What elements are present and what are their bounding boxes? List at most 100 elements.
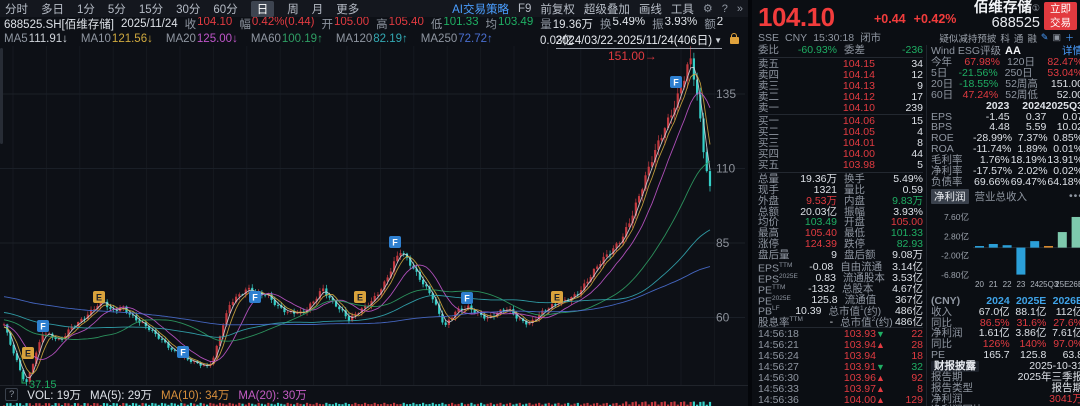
ladder-price[interactable]: 104.10 — [784, 102, 875, 114]
stat-label: 52周低 — [1005, 88, 1038, 101]
exchange-label: SSE — [758, 31, 780, 44]
bid-row[interactable]: 买一 104.06 15 — [758, 116, 923, 127]
ladder-price[interactable]: 103.98 — [784, 160, 875, 171]
bid-row[interactable]: 买二 104.05 4 — [758, 127, 923, 138]
info-value: 688525.SH[佰维存储] — [4, 19, 114, 31]
chevron-double-icon[interactable]: » — [737, 3, 743, 15]
timeframe-tab-更多[interactable]: 更多 — [336, 1, 359, 17]
event-marker-F[interactable]: F — [249, 291, 261, 303]
tool-前复权[interactable]: 前复权 — [540, 1, 575, 17]
stat-value: -60.93% — [797, 44, 837, 57]
ma-value: 82.19↑ — [373, 32, 408, 45]
ask-row[interactable]: 卖四 104.14 12 — [758, 70, 923, 81]
timeframe-tab-60分[interactable]: 60分 — [213, 1, 237, 17]
tool-工具[interactable]: 工具 — [671, 1, 694, 17]
event-marker-E[interactable]: E — [22, 347, 34, 359]
ladder-qty: 9 — [917, 79, 923, 92]
ask-row[interactable]: 卖五 104.15 34 — [758, 59, 923, 70]
forecast-cell: 165.7 — [983, 349, 1010, 362]
add-icon[interactable]: ＋ — [1065, 31, 1074, 44]
stock-terminal-window: 分时 多日 1分 5分 15分 30分 60分日周月更多 AI交易策略 F9 前复权 超级叠加 画线… — [0, 0, 1080, 406]
info-value: 105.00 — [333, 17, 370, 28]
timeframe-tab-月[interactable]: 月 — [312, 1, 324, 17]
stat-value: 1321 — [813, 183, 837, 196]
tool-F9[interactable]: F9 — [518, 3, 531, 15]
timeframe-tab-分时[interactable]: 分时 — [5, 1, 28, 17]
ask-row[interactable]: 卖二 104.12 17 — [758, 91, 923, 103]
fin-cell: 69.47% — [1010, 175, 1047, 188]
timeframe-tab-日[interactable]: 日 — [250, 0, 275, 17]
ladder-qty: 239 — [905, 101, 923, 114]
stat-row: PE2025E 125.8 流通值 367亿 — [758, 294, 923, 307]
ma-item-MA60: MA60 100.19↑ — [251, 33, 323, 45]
date-range-selector[interactable]: 2024/03/22-2025/11/24(406日) ▼ — [555, 32, 722, 49]
settings-icon[interactable]: ⚙ — [703, 2, 713, 15]
net-profit-bar-chart[interactable]: 7.60亿2.80亿-2.00亿-6.80亿20 21 22 23 24 25Q325E 2… — [931, 203, 1080, 293]
info-label: 开 — [321, 19, 333, 31]
tag-通: 通 — [1013, 33, 1024, 45]
forecast-header-cell: 2024 — [986, 294, 1010, 307]
ladder-price[interactable]: 104.12 — [784, 91, 875, 103]
mini-xtick-label: 26E — [1069, 280, 1080, 289]
tool-AI交易策略[interactable]: AI交易策略 — [452, 1, 509, 17]
tick-row: 14:56:33 103.97 ▲ 8 — [758, 383, 923, 395]
event-marker-F[interactable]: F — [461, 292, 473, 304]
stat-value: 47.24% — [962, 88, 999, 101]
event-marker-F[interactable]: F — [389, 236, 401, 248]
stat-label: 量比 — [844, 183, 865, 196]
fin-header-cell: 2023 — [985, 99, 1010, 112]
mini-ytick-label: -6.80亿 — [941, 270, 969, 280]
svg-text:F: F — [180, 348, 186, 358]
timeframe-tab-30分[interactable]: 30分 — [176, 1, 200, 17]
event-marker-F[interactable]: F — [670, 76, 682, 88]
chart-scrollbar[interactable] — [0, 48, 3, 144]
event-marker-E[interactable]: E — [551, 291, 563, 303]
info-segment: 量 19.36万 — [540, 17, 593, 31]
toolbar-tools: AI交易策略 F9 前复权 超级叠加 画线 工具 ⚙? » — [452, 1, 743, 17]
event-marker-E[interactable]: E — [354, 291, 366, 303]
down-arrow-icon: ▼ — [876, 361, 885, 372]
info-segment: 收 104.10 — [185, 17, 233, 31]
ma-value: 111.91↓ — [28, 32, 68, 45]
lock-icon[interactable] — [730, 33, 739, 44]
help-icon[interactable]: ? — [722, 3, 728, 15]
ask-row[interactable]: 卖一 104.10 239 — [758, 102, 923, 113]
timeframe-tab-周[interactable]: 周 — [287, 1, 299, 17]
svg-text:F: F — [392, 238, 398, 248]
candlestick-chart[interactable]: 1351108560151.00→37.15EFEFF EFF EF — [0, 0, 748, 406]
tool-超级叠加[interactable]: 超级叠加 — [584, 1, 630, 17]
tool-画线[interactable]: 画线 — [639, 1, 662, 17]
price-axis-label: 135 — [716, 87, 736, 101]
quote-header: 104.10 +0.44 +0.42% 佰维存储① 688525 立即 交易 — [752, 0, 1080, 32]
fin-header-cell: 2025Q3 — [1045, 99, 1080, 112]
event-marker-E[interactable]: E — [93, 291, 105, 303]
ladder-price[interactable]: 104.13 — [784, 80, 875, 92]
event-marker-F[interactable]: F — [177, 346, 189, 358]
symbol-info-bar: 688525.SH[佰维存储] 2025/11/24 收 104.10 幅 0.42%(0… — [0, 17, 748, 31]
stat-label: 股息率TTM — [758, 316, 803, 329]
info-icon[interactable]: ① — [1032, 3, 1040, 13]
ma-value: 121.56↓ — [111, 32, 153, 45]
timeframe-tab-1分[interactable]: 1分 — [77, 1, 95, 17]
timeframe-tab-多日[interactable]: 多日 — [41, 1, 64, 17]
report-value: 3041万 — [1049, 392, 1080, 405]
more-menu-icon[interactable]: ••• — [1069, 190, 1080, 202]
ladder-price[interactable]: 104.14 — [784, 70, 875, 81]
mini-chart-tabs: 净利润营业总收入 ••• — [931, 188, 1080, 204]
up-arrow-icon: ▲ — [876, 340, 885, 351]
trade-now-button[interactable]: 立即 交易 — [1044, 2, 1077, 30]
image-icon[interactable]: ▣ — [1052, 32, 1061, 43]
timeframe-tab-15分[interactable]: 15分 — [139, 1, 163, 17]
timeframe-tabs: 分时 多日 1分 5分 15分 30分 60分日周月更多 — [5, 0, 359, 17]
ma-label: MA250 — [420, 32, 458, 45]
bid-row[interactable]: 买三 104.01 8 — [758, 138, 923, 149]
bid-row[interactable]: 买五 103.98 5 — [758, 160, 923, 171]
mini-tab-营业总收入[interactable]: 营业总收入 — [975, 189, 1028, 204]
bid-row[interactable]: 买四 104.00 44 — [758, 149, 923, 160]
ask-row[interactable]: 卖三 104.13 9 — [758, 79, 923, 92]
timeframe-tab-5分[interactable]: 5分 — [108, 1, 126, 17]
edit-icon[interactable]: ✎ — [1041, 32, 1049, 43]
event-marker-F[interactable]: F — [37, 320, 49, 332]
mini-tab-净利润[interactable]: 净利润 — [931, 188, 969, 204]
stat-value: -18.55% — [959, 77, 999, 90]
